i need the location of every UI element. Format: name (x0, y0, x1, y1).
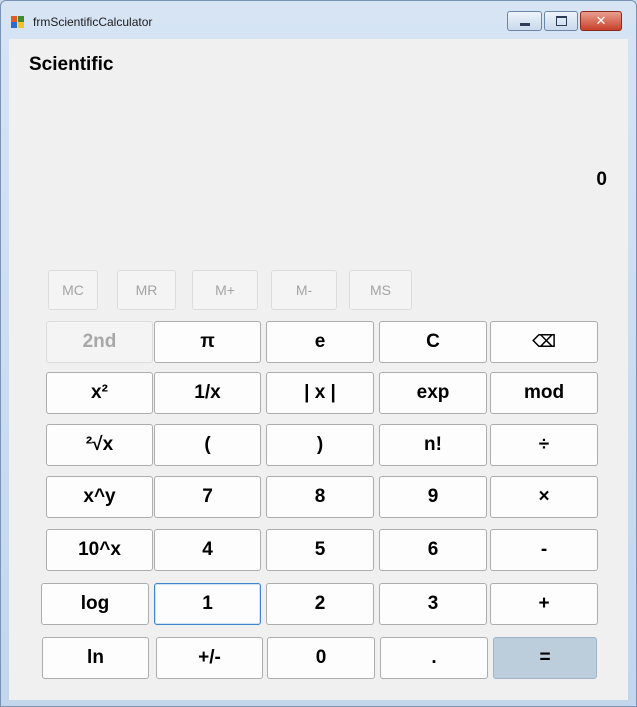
digit-5-button[interactable]: 5 (266, 529, 374, 571)
digit-0-button[interactable]: 0 (267, 637, 375, 679)
backspace-button[interactable]: ⌫ (490, 321, 598, 363)
square-button[interactable]: x² (46, 372, 153, 414)
maximize-button[interactable] (544, 11, 578, 31)
mod-button[interactable]: mod (490, 372, 598, 414)
memory-subtract-button[interactable]: M- (271, 270, 337, 310)
divide-button[interactable]: ÷ (490, 424, 598, 466)
digit-1-button[interactable]: 1 (154, 583, 261, 625)
minus-button[interactable]: - (490, 529, 598, 571)
log-button[interactable]: log (41, 583, 149, 625)
power-button[interactable]: x^y (46, 476, 153, 518)
calculator-body: Scientific 0 MC MR M+ M- MS 2nd π e C ⌫ … (9, 39, 628, 700)
plus-button[interactable]: + (490, 583, 598, 625)
close-button[interactable]: ✕ (580, 11, 622, 31)
digit-4-button[interactable]: 4 (154, 529, 261, 571)
factorial-button[interactable]: n! (379, 424, 487, 466)
decimal-button[interactable]: . (380, 637, 488, 679)
app-icon (11, 16, 25, 28)
pi-button[interactable]: π (154, 321, 261, 363)
memory-clear-button[interactable]: MC (48, 270, 98, 310)
close-icon: ✕ (595, 13, 607, 29)
digit-9-button[interactable]: 9 (379, 476, 487, 518)
right-paren-button[interactable]: ) (266, 424, 374, 466)
minimize-button[interactable] (507, 11, 542, 31)
digit-8-button[interactable]: 8 (266, 476, 374, 518)
e-button[interactable]: e (266, 321, 374, 363)
ln-button[interactable]: ln (42, 637, 149, 679)
digit-2-button[interactable]: 2 (266, 583, 374, 625)
clear-button[interactable]: C (379, 321, 487, 363)
calculator-window: frmScientificCalculator ✕ Scientific 0 M… (0, 0, 637, 707)
exp-button[interactable]: exp (379, 372, 487, 414)
negate-button[interactable]: +/- (156, 637, 263, 679)
window-title: frmScientificCalculator (33, 15, 153, 29)
left-paren-button[interactable]: ( (154, 424, 261, 466)
reciprocal-button[interactable]: 1/x (154, 372, 261, 414)
ten-power-button[interactable]: 10^x (46, 529, 153, 571)
memory-recall-button[interactable]: MR (117, 270, 176, 310)
multiply-button[interactable]: × (490, 476, 598, 518)
second-function-button[interactable]: 2nd (46, 321, 153, 363)
digit-6-button[interactable]: 6 (379, 529, 487, 571)
result-display: 0 (596, 169, 607, 190)
square-root-button[interactable]: ²√x (46, 424, 153, 466)
minimize-icon (519, 22, 530, 26)
memory-store-button[interactable]: MS (349, 270, 412, 310)
memory-add-button[interactable]: M+ (192, 270, 258, 310)
mode-title: Scientific (29, 54, 114, 75)
digit-3-button[interactable]: 3 (379, 583, 487, 625)
absolute-value-button[interactable]: | x | (266, 372, 374, 414)
maximize-icon (555, 16, 567, 26)
backspace-icon: ⌫ (531, 332, 557, 352)
equals-button[interactable]: = (493, 637, 597, 679)
digit-7-button[interactable]: 7 (154, 476, 261, 518)
title-bar[interactable]: frmScientificCalculator ✕ (1, 1, 636, 39)
